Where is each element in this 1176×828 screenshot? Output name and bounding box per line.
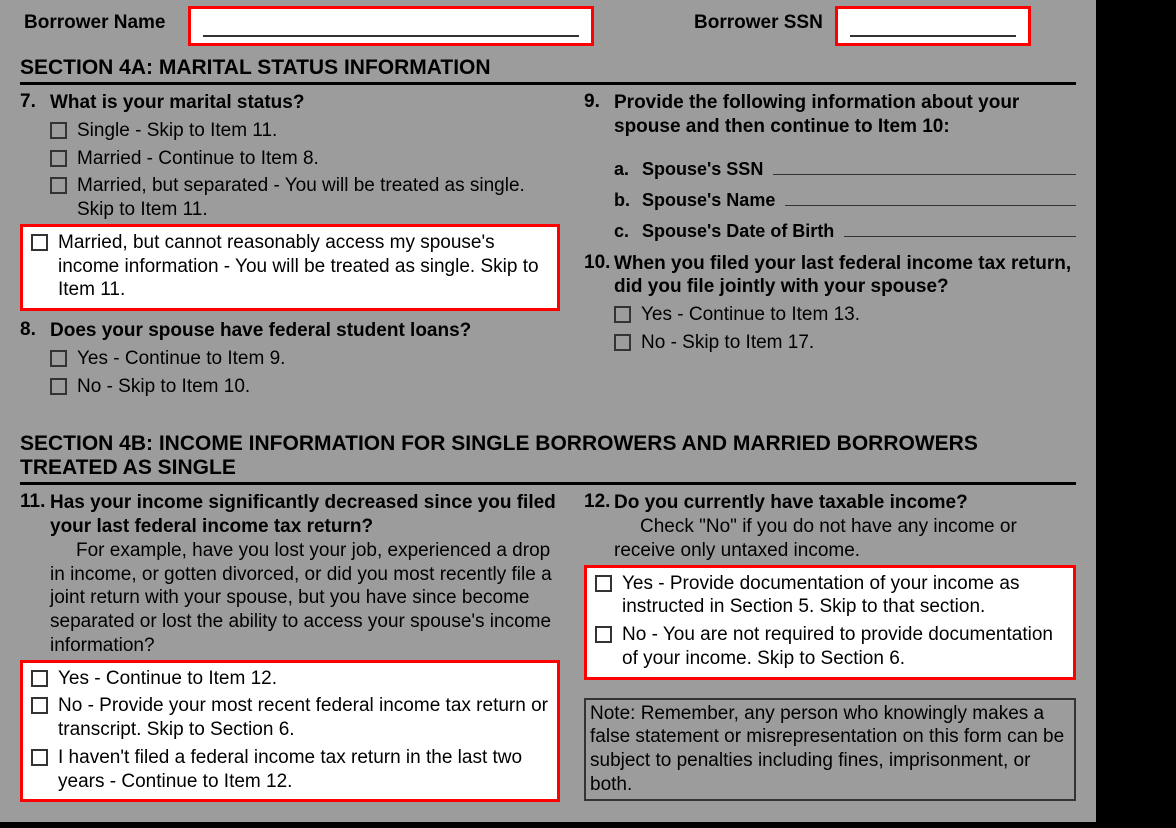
q7-opt-married-text: Married - Continue to Item 8.: [77, 147, 560, 171]
q11-opt-yes: Yes - Continue to Item 12.: [31, 667, 549, 691]
q9-a-letter: a.: [614, 159, 642, 180]
q12-opts-highlight: Yes - Provide documentation of your inco…: [584, 565, 1076, 680]
q10-opt-yes-text: Yes - Continue to Item 13.: [641, 303, 1076, 327]
spouse-ssn-field[interactable]: [773, 157, 1076, 175]
q9-b-letter: b.: [614, 190, 642, 211]
section-4a-right: 9. Provide the following information abo…: [584, 89, 1076, 398]
q12-opt-no-text: No - You are not required to provide doc…: [622, 623, 1065, 671]
q10-number: 10.: [584, 252, 614, 274]
q7-opt-single: Single - Skip to Item 11.: [50, 119, 560, 143]
borrower-name-field[interactable]: [188, 6, 594, 46]
checkbox[interactable]: [31, 234, 48, 251]
q7-opt-d-highlight: Married, but cannot reasonably access my…: [20, 224, 560, 311]
q11-opt-notfiled: I haven't filed a federal income tax ret…: [31, 746, 549, 794]
q11-opt-no: No - Provide your most recent federal in…: [31, 694, 549, 742]
checkbox[interactable]: [50, 378, 67, 395]
q12-text: Do you currently have taxable income?: [614, 491, 1076, 515]
checkbox[interactable]: [50, 350, 67, 367]
form-page: Borrower Name Borrower SSN SECTION 4A: M…: [0, 0, 1096, 822]
q12-para: Check "No" if you do not have any income…: [614, 515, 1076, 563]
q9-number: 9.: [584, 91, 614, 113]
q8-opt-no: No - Skip to Item 10.: [50, 375, 560, 399]
checkbox[interactable]: [31, 749, 48, 766]
checkbox[interactable]: [31, 670, 48, 687]
question-12: 12. Do you currently have taxable income…: [584, 491, 1076, 562]
q7-opt-separated-text: Married, but separated - You will be tre…: [77, 174, 560, 222]
q9-sub-c: c. Spouse's Date of Birth: [614, 219, 1076, 242]
section-4a-body: 7. What is your marital status? Single -…: [20, 89, 1076, 398]
q11-opts-highlight: Yes - Continue to Item 12. No - Provide …: [20, 660, 560, 803]
q9-sub-b: b. Spouse's Name: [614, 188, 1076, 211]
q8-text: Does your spouse have federal student lo…: [50, 319, 560, 343]
q7-opt-married: Married - Continue to Item 8.: [50, 147, 560, 171]
q7-number: 7.: [20, 91, 50, 113]
question-8: 8. Does your spouse have federal student…: [20, 319, 560, 398]
q8-opt-yes: Yes - Continue to Item 9.: [50, 347, 560, 371]
q11-opt-notfiled-text: I haven't filed a federal income tax ret…: [58, 746, 549, 794]
q12-opt-yes-text: Yes - Provide documentation of your inco…: [622, 572, 1065, 620]
section-4b-right: 12. Do you currently have taxable income…: [584, 489, 1076, 802]
q12-opt-no: No - You are not required to provide doc…: [595, 623, 1065, 671]
q9-c-letter: c.: [614, 221, 642, 242]
question-11: 11. Has your income significantly decrea…: [20, 491, 560, 657]
q9-b-label: Spouse's Name: [642, 190, 775, 211]
q7-opt-single-text: Single - Skip to Item 11.: [77, 119, 560, 143]
q11-para: For example, have you lost your job, exp…: [50, 539, 560, 658]
q8-opt-yes-text: Yes - Continue to Item 9.: [77, 347, 560, 371]
question-7: 7. What is your marital status? Single -…: [20, 91, 560, 222]
borrower-name-label: Borrower Name: [20, 6, 188, 34]
note-box: Note: Remember, any person who knowingly…: [584, 698, 1076, 801]
section-4a-title: SECTION 4A: MARITAL STATUS INFORMATION: [20, 50, 1076, 85]
section-4b-title: SECTION 4B: INCOME INFORMATION FOR SINGL…: [20, 426, 1076, 485]
spouse-name-field[interactable]: [785, 188, 1076, 206]
checkbox[interactable]: [614, 306, 631, 323]
checkbox[interactable]: [50, 122, 67, 139]
question-9: 9. Provide the following information abo…: [584, 91, 1076, 242]
q7-opt-noaccess: Married, but cannot reasonably access my…: [31, 231, 549, 302]
checkbox[interactable]: [31, 697, 48, 714]
q8-number: 8.: [20, 319, 50, 341]
q9-c-label: Spouse's Date of Birth: [642, 221, 834, 242]
underline: [203, 35, 579, 37]
q11-opt-no-text: No - Provide your most recent federal in…: [58, 694, 549, 742]
q11-opt-yes-text: Yes - Continue to Item 12.: [58, 667, 549, 691]
checkbox[interactable]: [595, 575, 612, 592]
q10-opt-no: No - Skip to Item 17.: [614, 331, 1076, 355]
q7-text: What is your marital status?: [50, 91, 560, 115]
q11-number: 11.: [20, 491, 50, 513]
checkbox[interactable]: [614, 334, 631, 351]
q12-number: 12.: [584, 491, 614, 513]
q10-text: When you filed your last federal income …: [614, 252, 1076, 300]
q9-text: Provide the following information about …: [614, 91, 1076, 139]
q9-a-label: Spouse's SSN: [642, 159, 763, 180]
question-10: 10. When you filed your last federal inc…: [584, 252, 1076, 355]
q8-opt-no-text: No - Skip to Item 10.: [77, 375, 560, 399]
q7-opt-separated: Married, but separated - You will be tre…: [50, 174, 560, 222]
section-4b-body: 11. Has your income significantly decrea…: [20, 489, 1076, 802]
spouse-dob-field[interactable]: [844, 219, 1076, 237]
underline: [850, 35, 1016, 37]
checkbox[interactable]: [50, 150, 67, 167]
borrower-ssn-label: Borrower SSN: [694, 6, 835, 34]
borrower-ssn-field[interactable]: [835, 6, 1031, 46]
checkbox[interactable]: [50, 177, 67, 194]
q7-opt-noaccess-text: Married, but cannot reasonably access my…: [58, 231, 549, 302]
q12-opt-yes: Yes - Provide documentation of your inco…: [595, 572, 1065, 620]
section-4b-left: 11. Has your income significantly decrea…: [20, 489, 560, 802]
q9-sub-a: a. Spouse's SSN: [614, 157, 1076, 180]
header-row: Borrower Name Borrower SSN: [20, 0, 1076, 50]
checkbox[interactable]: [595, 626, 612, 643]
q10-opt-no-text: No - Skip to Item 17.: [641, 331, 1076, 355]
section-4a-left: 7. What is your marital status? Single -…: [20, 89, 560, 398]
q10-opt-yes: Yes - Continue to Item 13.: [614, 303, 1076, 327]
q11-text: Has your income significantly decreased …: [50, 491, 560, 539]
